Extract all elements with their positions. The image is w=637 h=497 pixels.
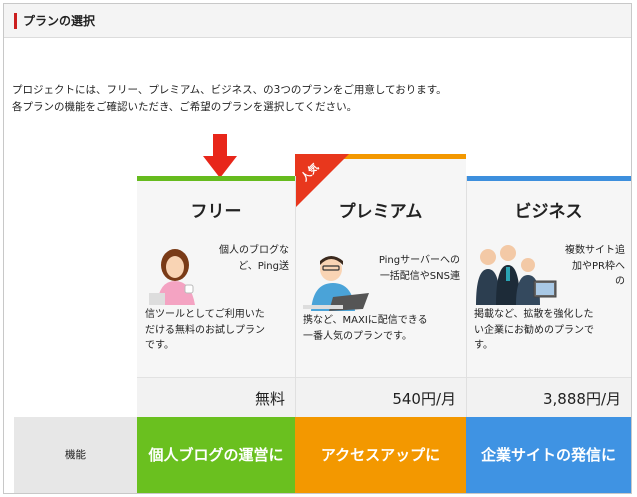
plan-body-line: 携など、MAXIに配信できる [303, 315, 428, 326]
man-at-laptop-icon [303, 256, 369, 311]
section-title: プランの選択 [23, 14, 96, 28]
price-cell-free: 無料 [137, 377, 295, 417]
down-arrow-icon [203, 134, 237, 178]
business-team-icon [476, 245, 557, 305]
intro-line-1: プロジェクトには、フリー、プレミアム、ビジネス、の3つのプランをご用意しておりま… [12, 84, 447, 96]
feature-premium[interactable]: アクセスアップに [295, 417, 466, 493]
plan-body-line: す。 [474, 340, 493, 351]
features-row-label: 機能 [14, 417, 137, 493]
plan-body-line: 掲載など、拡散を強化した [474, 309, 594, 320]
price-cell-business: 3,888円/月 [466, 377, 631, 417]
price-cell-premium: 540円/月 [295, 377, 466, 417]
plan-price: 540円/月 [392, 390, 456, 408]
plan-description: 個人のブログなど、Ping送 信ツールとしてご利用いた だける無料のお試しプラン… [145, 243, 289, 354]
plan-body-line: 一番人気のプランです。 [303, 330, 412, 342]
ribbon-shape [295, 154, 349, 208]
intro-text: プロジェクトには、フリー、プレミアム、ビジネス、の3つのプランをご用意しておりま… [12, 82, 447, 116]
plan-body-line: 信ツールとしてご利用いた [145, 309, 265, 320]
plan-body-line: です。 [145, 340, 174, 351]
section-accent-bar [14, 13, 17, 29]
plan-free[interactable]: フリー 個人のブログなど、Ping送 信ツールとしてご利用いた だける無料のお試… [137, 176, 295, 388]
plan-name: ビジネス [514, 202, 583, 222]
column-divider [295, 176, 296, 417]
column-divider [466, 176, 467, 417]
plan-selection-panel: プランの選択 プロジェクトには、フリー、プレミアム、ビジネス、の3つのプランをご… [3, 3, 632, 494]
popular-ribbon: 人気 [295, 154, 349, 208]
plan-description: 複数サイト追加やPR枠への 掲載など、拡散を強化した い企業にお勧めのプランで … [474, 243, 625, 354]
plan-body-line: い企業にお勧めのプランで [474, 324, 594, 336]
plan-business[interactable]: ビジネス 複数サイト追加やPR枠への 掲載など、拡散を強化した い企業にお勧めの… [466, 176, 631, 388]
intro-line-2: 各プランの機能をご確認いただき、ご希望のプランを選択してください。 [12, 101, 358, 113]
feature-business[interactable]: 企業サイトの発信に [466, 417, 631, 493]
plan-price: 3,888円/月 [543, 390, 621, 408]
plan-price: 無料 [254, 390, 285, 408]
feature-free[interactable]: 個人ブログの運営に [137, 417, 295, 493]
plan-name: フリー [190, 202, 242, 222]
woman-with-cup-icon [149, 249, 195, 305]
plan-description: Pingサーバーへの一括配信やSNS連 携など、MAXIに配信できる 一番人気の… [303, 253, 460, 344]
plan-body-line: だける無料のお試しプラン [145, 324, 265, 336]
section-header: プランの選択 [4, 4, 631, 38]
